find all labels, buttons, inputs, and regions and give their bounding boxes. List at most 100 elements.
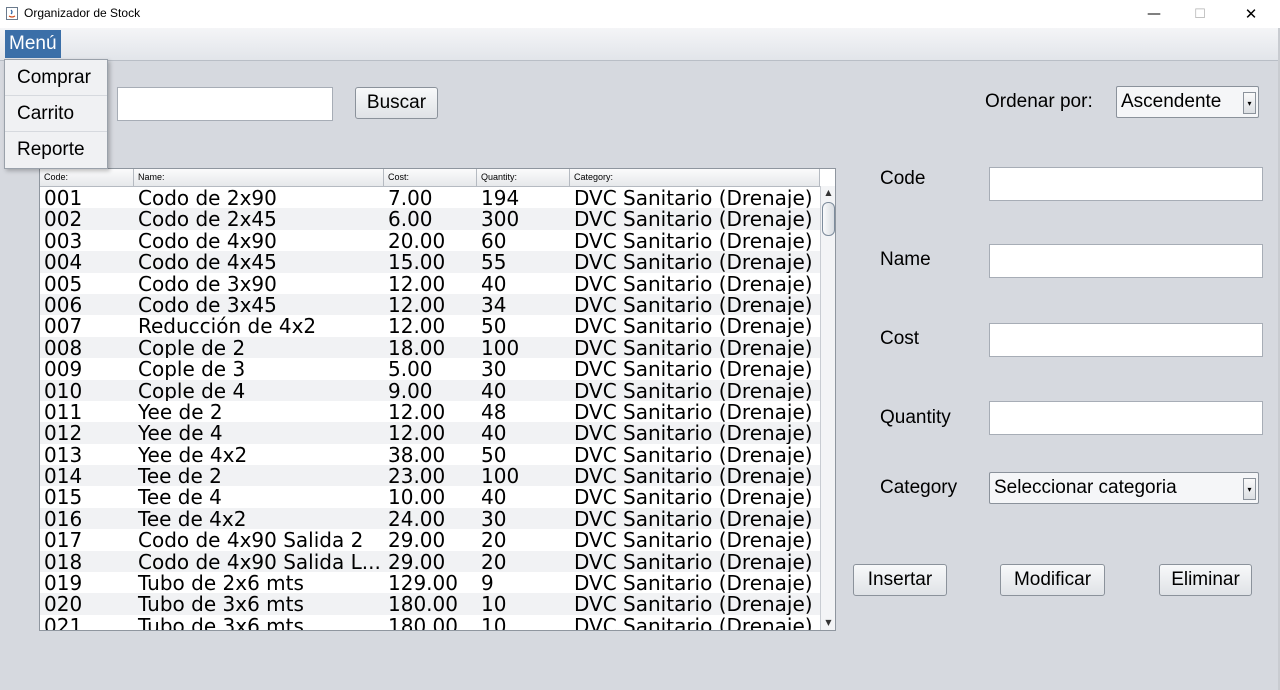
cell-cost: 10.00 <box>388 486 446 508</box>
table-row[interactable]: 013 Yee de 4x2 38.00 50 DVC Sanitario (Drena… <box>40 444 820 465</box>
cell-name: Codo de 4x90 <box>138 229 277 252</box>
insert-button[interactable]: Insertar <box>853 564 947 596</box>
menu-item-reporte[interactable]: Reporte <box>5 132 107 167</box>
name-field[interactable] <box>989 244 1263 278</box>
scroll-down-icon[interactable]: ▼ <box>821 616 835 630</box>
table-row[interactable]: 015 Tee de 4 10.00 40 DVC Sanitario (Drenaje… <box>40 486 820 507</box>
cell-name: Tubo de 2x6 mts <box>138 572 304 594</box>
cell-cost: 29.00 <box>388 529 446 551</box>
cell-name: Tubo de 3x6 mts <box>138 614 304 630</box>
maximize-button[interactable]: ☐ <box>1177 0 1223 28</box>
column-header-category[interactable]: Category: <box>570 169 820 186</box>
modify-button[interactable]: Modificar <box>1000 564 1105 596</box>
cell-quantity: 48 <box>481 400 507 423</box>
cell-name: Tee de 4 <box>138 486 222 508</box>
table-row[interactable]: 017 Codo de 4x90 Salida 2 29.00 20 DVC Sanit… <box>40 529 820 550</box>
cell-name: Reducción de 4x2 <box>138 315 317 337</box>
cell-name: Codo de 2x45 <box>138 208 277 230</box>
sort-label: Ordenar por: <box>985 91 1093 112</box>
cell-category: DVC Sanitario (Drenaje) <box>574 229 813 252</box>
cell-category: DVC Sanitario (Drenaje) <box>574 293 813 316</box>
quantity-field[interactable] <box>989 401 1263 435</box>
column-header-name[interactable]: Name: <box>134 169 384 186</box>
minimize-button[interactable]: — <box>1131 0 1177 28</box>
menu-button[interactable]: Menú <box>5 30 61 58</box>
search-input[interactable] <box>117 87 333 121</box>
table-row[interactable]: 011 Yee de 2 12.00 48 DVC Sanitario (Drenaje… <box>40 401 820 422</box>
table-row[interactable]: 006 Codo de 3x45 12.00 34 DVC Sanitario (Dre… <box>40 293 820 316</box>
scroll-thumb[interactable] <box>822 202 835 236</box>
cell-category: DVC Sanitario (Drenaje) <box>574 529 813 551</box>
table-row[interactable]: 002 Codo de 2x45 6.00 300 DVC Sanitario (Dre… <box>40 208 820 230</box>
cell-cost: 12.00 <box>388 293 446 316</box>
cell-category: DVC Sanitario (Drenaje) <box>574 465 813 487</box>
scroll-up-icon[interactable]: ▲ <box>821 186 835 200</box>
table-body: 001 Codo de 2x90 7.00 194 DVC Sanitario (Dre… <box>40 187 820 630</box>
table-row[interactable]: 010 Cople de 4 9.00 40 DVC Sanitario (Drenaj… <box>40 379 820 401</box>
table-row[interactable]: 004 Codo de 4x45 15.00 55 DVC Sanitario (Dre… <box>40 251 820 273</box>
cell-category: DVC Sanitario (Drenaje) <box>574 486 813 508</box>
cell-name: Codo de 4x90 Salida 2 <box>138 529 364 551</box>
cost-field[interactable] <box>989 323 1263 357</box>
menu-item-carrito[interactable]: Carrito <box>5 96 107 132</box>
table-row[interactable]: 009 Cople de 3 5.00 30 DVC Sanitario (Drenaj… <box>40 358 820 379</box>
column-header-code[interactable]: Code: <box>40 169 134 186</box>
column-header-cost[interactable]: Cost: <box>384 169 477 186</box>
cell-category: DVC Sanitario (Drenaje) <box>574 614 813 630</box>
sort-selected-value: Ascendente <box>1121 91 1222 112</box>
table-row[interactable]: 001 Codo de 2x90 7.00 194 DVC Sanitario (Dre… <box>40 187 820 208</box>
cell-cost: 9.00 <box>388 379 433 401</box>
code-field[interactable] <box>989 167 1263 201</box>
table-row[interactable]: 019 Tubo de 2x6 mts 129.00 9 DVC Sanitario (… <box>40 572 820 593</box>
table-row[interactable]: 014 Tee de 2 23.00 100 DVC Sanitario (Drenaj… <box>40 465 820 487</box>
chevron-down-icon: ▾ <box>1243 478 1256 500</box>
table-row[interactable]: 008 Cople de 2 18.00 100 DVC Sanitario (Dren… <box>40 336 820 359</box>
sort-select[interactable]: Ascendente ▾ <box>1116 86 1259 118</box>
cell-category: DVC Sanitario (Drenaje) <box>574 400 813 423</box>
table-row[interactable]: 020 Tubo de 3x6 mts 180.00 10 DVC Sanitario … <box>40 593 820 615</box>
cell-cost: 20.00 <box>388 229 446 252</box>
cell-cost: 24.00 <box>388 507 446 530</box>
cell-code: 001 <box>44 187 83 209</box>
cell-quantity: 55 <box>481 251 507 273</box>
cell-quantity: 20 <box>481 550 507 573</box>
cell-category: DVC Sanitario (Drenaje) <box>574 422 813 444</box>
table-row[interactable]: 021 Tubo de 3x6 mts 180.00 10 DVC Sanitario … <box>40 615 820 630</box>
cell-quantity: 50 <box>481 315 507 337</box>
table-row[interactable]: 005 Codo de 3x90 12.00 40 DVC Sanitario (Dre… <box>40 273 820 294</box>
cell-category: DVC Sanitario (Drenaje) <box>574 572 813 594</box>
cell-name: Tubo de 3x6 mts <box>138 593 304 615</box>
cell-code: 006 <box>44 293 83 316</box>
cell-name: Yee de 4x2 <box>138 443 248 466</box>
cost-label: Cost <box>880 328 920 349</box>
table-scrollbar[interactable]: ▲ ▼ <box>820 186 835 630</box>
search-button[interactable]: Buscar <box>355 87 438 119</box>
cell-category: DVC Sanitario (Drenaje) <box>574 550 813 573</box>
cell-code: 020 <box>44 593 83 615</box>
cell-category: DVC Sanitario (Drenaje) <box>574 507 813 530</box>
cell-name: Codo de 4x45 <box>138 251 277 273</box>
table-row[interactable]: 007 Reducción de 4x2 12.00 50 DVC Sanitario … <box>40 315 820 336</box>
table-row[interactable]: 012 Yee de 4 12.00 40 DVC Sanitario (Drenaje… <box>40 422 820 444</box>
cell-cost: 18.00 <box>388 336 446 359</box>
table-row[interactable]: 003 Codo de 4x90 20.00 60 DVC Sanitario (Dre… <box>40 230 820 251</box>
menu-dropdown: Comprar Carrito Reporte <box>4 59 108 169</box>
table-row[interactable]: 016 Tee de 4x2 24.00 30 DVC Sanitario (Drena… <box>40 507 820 530</box>
cell-category: DVC Sanitario (Drenaje) <box>574 358 813 380</box>
cell-code: 016 <box>44 507 83 530</box>
table-row[interactable]: 018 Codo de 4x90 Salida L... 29.00 20 DVC Sa… <box>40 550 820 573</box>
cell-code: 005 <box>44 272 83 294</box>
cell-cost: 129.00 <box>388 572 458 594</box>
column-header-quantity[interactable]: Quantity: <box>477 169 570 186</box>
delete-button[interactable]: Eliminar <box>1159 564 1252 596</box>
cell-category: DVC Sanitario (Drenaje) <box>574 336 813 359</box>
cell-cost: 23.00 <box>388 465 446 487</box>
cell-cost: 38.00 <box>388 443 446 466</box>
cell-cost: 12.00 <box>388 272 446 294</box>
category-select[interactable]: Seleccionar categoria ▾ <box>989 472 1259 504</box>
cell-quantity: 40 <box>481 486 507 508</box>
menu-item-comprar[interactable]: Comprar <box>5 60 107 96</box>
cell-cost: 6.00 <box>388 208 433 230</box>
close-button[interactable]: ✕ <box>1228 0 1274 28</box>
cell-quantity: 9 <box>481 572 494 594</box>
